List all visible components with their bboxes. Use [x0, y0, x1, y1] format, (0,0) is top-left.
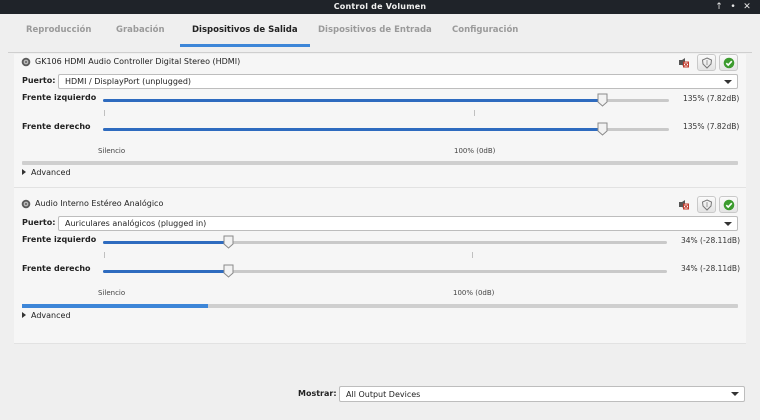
mute-button[interactable] — [674, 196, 693, 213]
speaker-icon — [21, 57, 31, 67]
channel-value-front-right: 135% (7.82dB) — [683, 122, 740, 131]
close-button[interactable]: ✕ — [741, 1, 753, 13]
volume-slider-front-left[interactable] — [103, 235, 667, 249]
set-default-icon — [723, 199, 735, 211]
lock-channels-button[interactable] — [697, 54, 716, 71]
slider-fill — [103, 128, 603, 131]
peak-meter-fill — [22, 304, 209, 308]
volume-slider-front-right[interactable] — [103, 264, 667, 278]
scale-mark-silence: Silencio — [98, 147, 126, 155]
tab-recording[interactable]: Grabación — [116, 22, 165, 48]
port-select[interactable]: Auriculares analógicos (plugged in) — [58, 216, 738, 231]
port-label: Puerto: — [22, 218, 56, 227]
scale-mark-unity: 100% (0dB) — [454, 147, 496, 155]
device-separator — [14, 343, 746, 344]
device-name: Audio Interno Estéreo Analógico — [35, 199, 164, 208]
lock-channels-button[interactable] — [697, 196, 716, 213]
tab-playback[interactable]: Reproducción — [26, 22, 91, 48]
expander-arrow-icon — [22, 312, 26, 318]
device-separator — [14, 187, 746, 188]
active-tab-indicator — [180, 44, 310, 47]
volume-slider-front-right[interactable] — [103, 122, 669, 136]
tab-input-devices[interactable]: Dispositivos de Entrada — [318, 22, 432, 48]
slider-thumb[interactable] — [597, 122, 608, 136]
window-menu-icon[interactable]: ↑ — [713, 1, 725, 13]
minimize-button[interactable]: • — [727, 1, 739, 13]
tab-output-devices[interactable]: Dispositivos de Salida — [180, 22, 310, 48]
window-title: Control de Volumen — [333, 2, 427, 11]
set-default-button[interactable] — [719, 196, 738, 213]
mute-icon — [679, 58, 689, 68]
chevron-down-icon — [731, 392, 739, 396]
scale-tick-unity — [474, 110, 475, 116]
lock-channels-icon — [701, 57, 713, 69]
show-devices-select[interactable]: All Output Devices — [339, 386, 745, 402]
slider-thumb[interactable] — [597, 93, 608, 107]
advanced-expander[interactable]: Advanced — [22, 311, 71, 320]
show-label: Mostrar: — [298, 389, 337, 398]
channel-value-front-left: 34% (-28.11dB) — [681, 236, 740, 245]
advanced-label: Advanced — [31, 311, 71, 320]
show-devices-value: All Output Devices — [346, 390, 421, 399]
scale-mark-unity: 100% (0dB) — [453, 289, 495, 297]
slider-fill — [103, 241, 229, 244]
chevron-down-icon — [724, 222, 732, 226]
mute-icon — [679, 200, 689, 210]
device-name: GK106 HDMI Audio Controller Digital Ster… — [35, 57, 241, 66]
scale-tick-silence — [104, 252, 105, 258]
volume-slider-front-left[interactable] — [103, 93, 669, 107]
channel-label-front-left: Frente izquierdo — [22, 93, 97, 102]
scale-tick-silence — [104, 110, 105, 116]
scale-tick-unity — [472, 252, 473, 258]
speaker-icon — [21, 199, 31, 209]
channel-label-front-right: Frente derecho — [22, 122, 91, 131]
advanced-expander[interactable]: Advanced — [22, 168, 71, 177]
set-default-icon — [723, 57, 735, 69]
chevron-down-icon — [724, 80, 732, 84]
output-device-analog: Audio Interno Estéreo Analógico Puerto: … — [14, 196, 746, 346]
advanced-label: Advanced — [31, 168, 71, 177]
output-device-hdmi: GK106 HDMI Audio Controller Digital Ster… — [14, 54, 746, 196]
slider-fill — [103, 270, 229, 273]
peak-meter — [22, 304, 738, 308]
lock-channels-icon — [701, 199, 713, 211]
tab-bar: Reproducción Grabación Dispositivos de S… — [8, 22, 752, 52]
window-titlebar: Control de Volumen ↑ • ✕ — [0, 0, 760, 14]
slider-thumb[interactable] — [223, 264, 234, 278]
port-value: Auriculares analógicos (plugged in) — [65, 219, 207, 228]
port-select[interactable]: HDMI / DisplayPort (unplugged) — [58, 74, 738, 89]
devices-panel: GK106 HDMI Audio Controller Digital Ster… — [14, 54, 746, 344]
set-default-button[interactable] — [719, 54, 738, 71]
slider-thumb[interactable] — [223, 235, 234, 249]
channel-label-front-right: Frente derecho — [22, 264, 91, 273]
channel-label-front-left: Frente izquierdo — [22, 235, 97, 244]
channel-value-front-left: 135% (7.82dB) — [683, 94, 740, 103]
mute-button[interactable] — [674, 54, 693, 71]
channel-value-front-right: 34% (-28.11dB) — [681, 264, 740, 273]
tab-divider — [8, 52, 752, 53]
volume-control-window: Reproducción Grabación Dispositivos de S… — [0, 14, 760, 420]
expander-arrow-icon — [22, 169, 26, 175]
slider-fill — [103, 99, 603, 102]
port-value: HDMI / DisplayPort (unplugged) — [65, 77, 192, 86]
tab-configuration[interactable]: Configuración — [452, 22, 518, 48]
scale-mark-silence: Silencio — [98, 289, 126, 297]
port-label: Puerto: — [22, 76, 56, 85]
peak-meter — [22, 161, 738, 165]
